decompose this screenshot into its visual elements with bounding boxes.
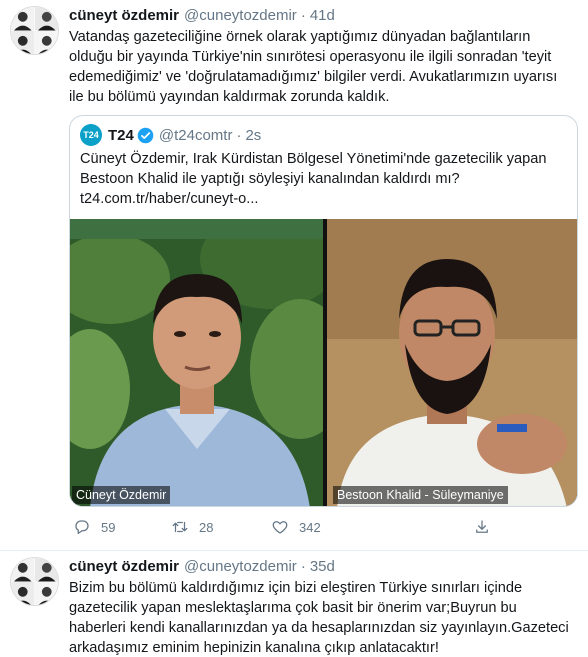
avatar-face-icon bbox=[11, 558, 35, 582]
retweet-button[interactable]: 28 bbox=[171, 518, 213, 536]
tweet-text-line: olduğu bir yayında Türkiye'nin sınırötes… bbox=[69, 49, 552, 65]
quoted-author-name[interactable]: T24 bbox=[108, 127, 134, 144]
retweet-icon bbox=[172, 521, 188, 533]
author-handle[interactable]: @cuneytozdemir bbox=[184, 7, 297, 24]
share-icon bbox=[476, 520, 488, 533]
avatar-face-icon bbox=[34, 581, 58, 605]
tweet-time[interactable]: 41d bbox=[310, 7, 335, 24]
tweet[interactable]: cüneyt özdemir @cuneytozdemir · 41d Vata… bbox=[0, 0, 588, 551]
retweet-count: 28 bbox=[199, 519, 214, 535]
avatar-face-icon bbox=[34, 30, 58, 54]
video-caption-right: Bestoon Khalid - Süleymaniye bbox=[333, 486, 508, 504]
avatar[interactable] bbox=[10, 6, 59, 55]
tweet-text-line: edemediğimiz' ve 'doğrulatamadığımız' bi… bbox=[69, 69, 558, 85]
tweet-time[interactable]: 35d bbox=[310, 558, 335, 575]
tweet-text-line: ile bu bölümü yayından kaldırmak zorunda… bbox=[69, 89, 390, 105]
reply-count: 59 bbox=[101, 519, 116, 535]
tweet-text-line: Bizim bu bölümü kaldırdığımız için bizi … bbox=[69, 580, 523, 596]
reply-icon bbox=[75, 520, 89, 535]
avatar-face-icon bbox=[11, 7, 35, 31]
quoted-text-line: Cüneyt Özdemir, Irak Kürdistan Bölgesel … bbox=[80, 151, 547, 167]
video-panel-left[interactable]: Cüneyt Özdemir bbox=[70, 219, 323, 506]
tweet-actions: 59 28 342 bbox=[69, 515, 509, 539]
avatar-face-icon bbox=[11, 30, 35, 54]
separator: · bbox=[300, 6, 306, 24]
quoted-media[interactable]: Cüneyt Özdemir Bestoon Khalid - Süleyman… bbox=[70, 219, 577, 506]
author-name[interactable]: cüneyt özdemir bbox=[69, 558, 179, 575]
avatar-face-icon bbox=[11, 581, 35, 605]
video-caption-left: Cüneyt Özdemir bbox=[72, 486, 171, 504]
avatar-face-icon bbox=[34, 558, 58, 582]
quoted-tweet-time[interactable]: 2s bbox=[245, 127, 261, 144]
verified-badge-icon bbox=[137, 127, 154, 144]
quoted-link[interactable]: t24.com.tr/haber/cuneyt-o... bbox=[80, 189, 570, 209]
avatar-face-icon bbox=[34, 7, 58, 31]
like-button[interactable]: 342 bbox=[271, 518, 321, 536]
share-button[interactable] bbox=[473, 518, 501, 536]
like-count: 342 bbox=[299, 519, 321, 535]
tweet-header: cüneyt özdemir @cuneytozdemir · 41d bbox=[69, 5, 335, 25]
quoted-tweet-header: T24 T24 @t24comtr · 2s bbox=[80, 123, 261, 147]
separator: · bbox=[300, 557, 306, 575]
tweet-text: Vatandaş gazeteciliğine örnek olarak yap… bbox=[69, 27, 579, 107]
tweet-text: Bizim bu bölümü kaldırdığımız için bizi … bbox=[69, 578, 579, 657]
person-photo-left bbox=[70, 219, 323, 506]
like-icon bbox=[272, 521, 288, 534]
tweet-text-line: Vatandaş gazeteciliğine örnek olarak yap… bbox=[69, 29, 531, 45]
author-name[interactable]: cüneyt özdemir bbox=[69, 7, 179, 24]
quoted-author-handle[interactable]: @t24comtr bbox=[159, 127, 233, 144]
tweet-text-line: arkadaşımız eminim hepinizin kanalına çı… bbox=[69, 640, 439, 656]
video-panel-right[interactable]: Bestoon Khalid - Süleymaniye bbox=[327, 219, 577, 506]
tweet-header: cüneyt özdemir @cuneytozdemir · 35d bbox=[69, 556, 335, 576]
reply-button[interactable]: 59 bbox=[73, 518, 115, 536]
t24-logo-icon: T24 bbox=[80, 124, 102, 146]
tweet[interactable]: cüneyt özdemir @cuneytozdemir · 35d Bizi… bbox=[0, 551, 588, 657]
quoted-tweet-text: Cüneyt Özdemir, Irak Kürdistan Bölgesel … bbox=[80, 149, 570, 209]
author-handle[interactable]: @cuneytozdemir bbox=[184, 558, 297, 575]
tweet-text-line: gazetecilik yapan meslektaşlarıma çok ba… bbox=[69, 600, 517, 616]
quoted-tweet[interactable]: T24 T24 @t24comtr · 2s Cüneyt Özdemir, I… bbox=[69, 115, 578, 507]
person-photo-right bbox=[327, 219, 577, 506]
avatar[interactable] bbox=[10, 557, 59, 606]
quoted-text-line: Bestoon Khalid ile yaptığı söyleşiyi kan… bbox=[80, 171, 460, 187]
separator: · bbox=[236, 126, 242, 144]
tweet-text-line: haberleri kendi kanallarınızdan ya da he… bbox=[69, 620, 569, 636]
